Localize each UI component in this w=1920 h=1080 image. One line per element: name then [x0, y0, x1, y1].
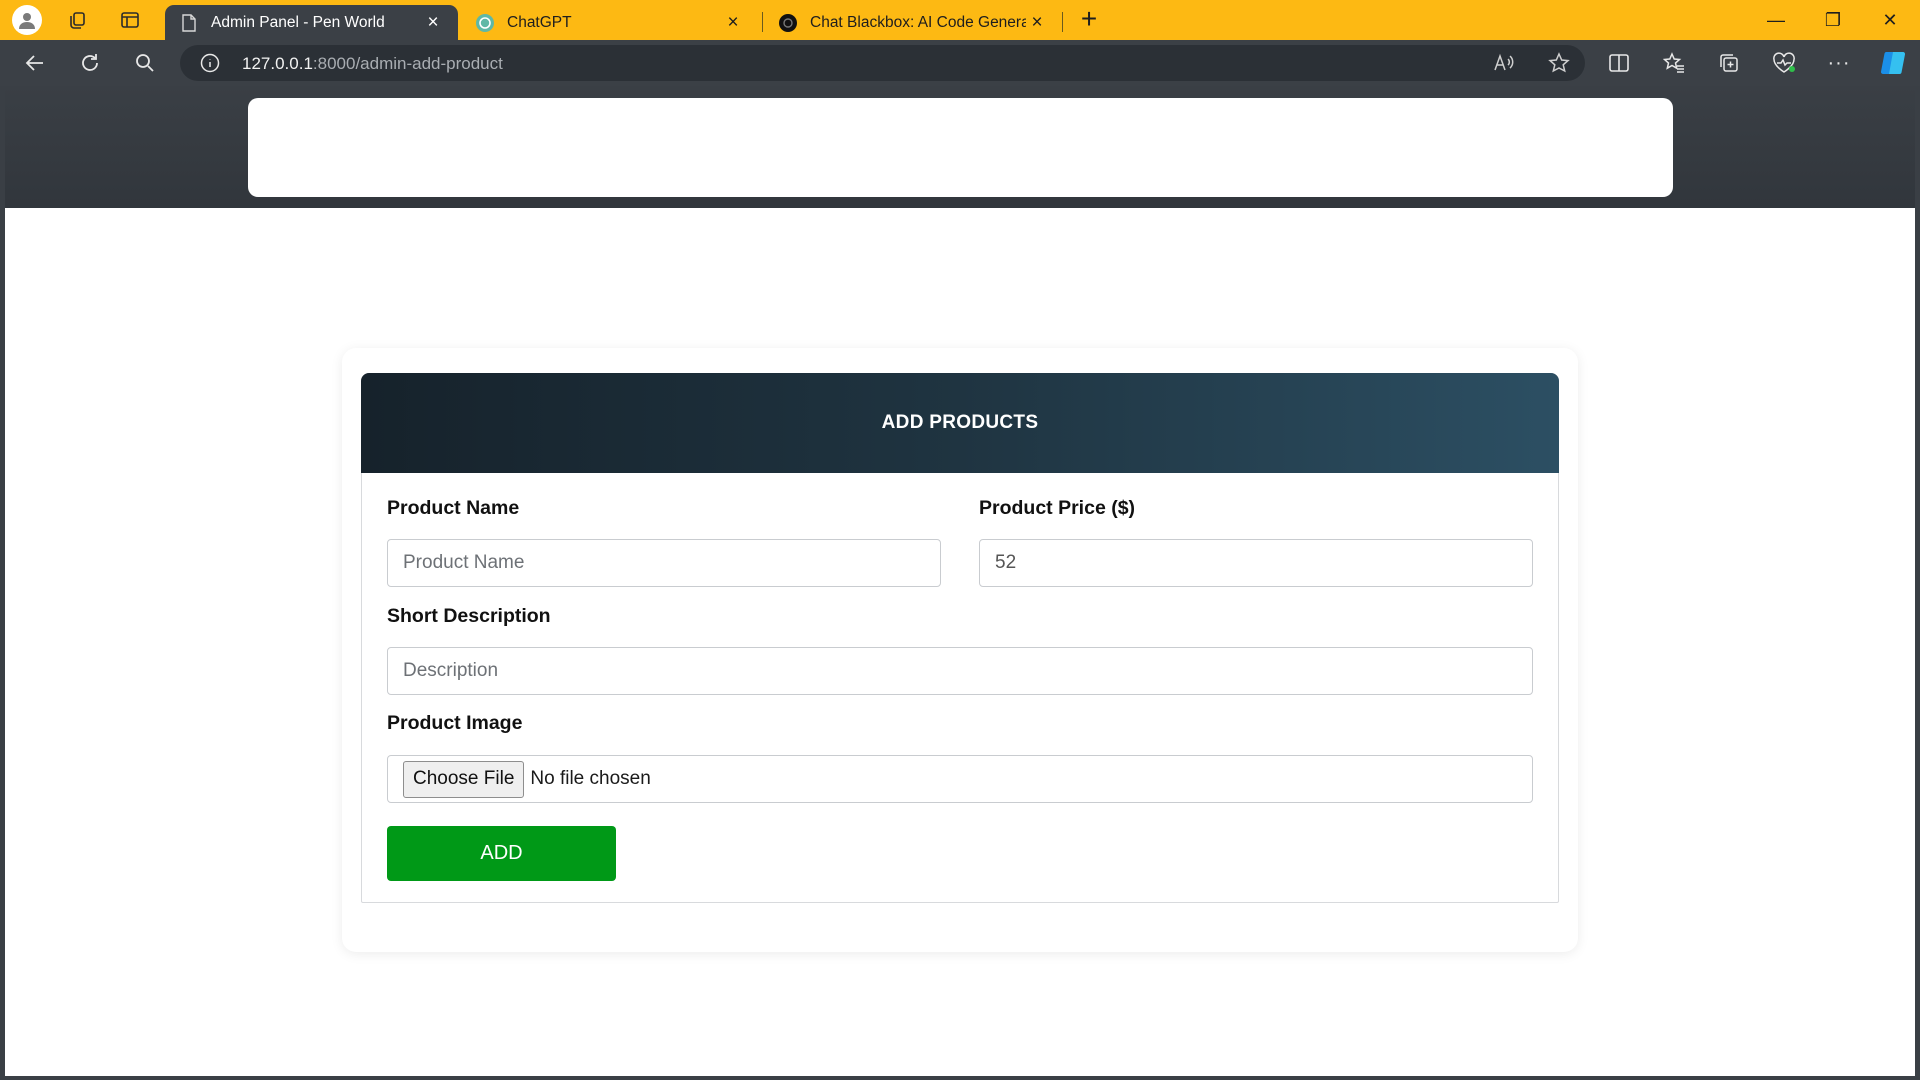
favorite-star-icon[interactable]	[1547, 51, 1571, 75]
workspaces-icon[interactable]	[62, 5, 92, 35]
tab-actions-icon[interactable]	[115, 5, 145, 35]
new-tab-button[interactable]: +	[1074, 5, 1104, 35]
more-options-icon[interactable]: ···	[1822, 46, 1856, 80]
back-icon[interactable]	[18, 46, 52, 80]
profile-icon[interactable]	[12, 5, 42, 35]
tab-close-icon[interactable]: ×	[722, 13, 744, 32]
refresh-icon[interactable]	[73, 46, 107, 80]
restore-button[interactable]: ❐	[1805, 0, 1861, 40]
product-name-label: Product Name	[387, 497, 520, 519]
file-status-text: No file chosen	[530, 768, 651, 789]
browser-toolbar: 127.0.0.1:8000/admin-add-product ···	[0, 40, 1920, 86]
site-info-icon[interactable]	[200, 53, 220, 73]
header-panel	[248, 98, 1673, 197]
web-page: ADD PRODUCTS Product Name Product Price …	[5, 86, 1915, 1076]
tab-divider	[762, 12, 763, 32]
read-aloud-icon[interactable]	[1492, 51, 1516, 75]
product-price-input[interactable]	[979, 539, 1533, 587]
collections-icon[interactable]	[1712, 46, 1746, 80]
product-image-file-input[interactable]: Choose File No file chosen	[387, 755, 1533, 803]
tab-blackbox[interactable]: Chat Blackbox: AI Code Generatio ×	[764, 5, 1062, 40]
tab-title: ChatGPT	[507, 13, 572, 31]
product-image-label: Product Image	[387, 712, 523, 734]
tab-title: Chat Blackbox: AI Code Generatio	[810, 13, 1026, 31]
short-description-label: Short Description	[387, 605, 551, 627]
close-window-button[interactable]: ✕	[1862, 0, 1918, 40]
product-price-label: Product Price ($)	[979, 497, 1136, 519]
short-description-input[interactable]	[387, 647, 1533, 695]
minimize-button[interactable]: —	[1748, 0, 1804, 40]
add-product-container: ADD PRODUCTS Product Name Product Price …	[342, 348, 1578, 952]
tab-close-icon[interactable]: ×	[1026, 13, 1048, 32]
blackbox-icon	[778, 13, 798, 33]
address-bar[interactable]: 127.0.0.1:8000/admin-add-product	[180, 45, 1585, 81]
form-title: ADD PRODUCTS	[881, 412, 1039, 433]
add-product-form: ADD PRODUCTS Product Name Product Price …	[361, 373, 1559, 903]
tab-divider	[1062, 12, 1063, 32]
favorites-icon[interactable]	[1657, 46, 1691, 80]
tab-admin-panel[interactable]: Admin Panel - Pen World ×	[165, 5, 458, 40]
split-screen-icon[interactable]	[1602, 46, 1636, 80]
tab-chatgpt[interactable]: ChatGPT ×	[461, 5, 758, 40]
copilot-icon[interactable]	[1877, 46, 1911, 80]
add-product-button[interactable]: ADD	[387, 826, 616, 881]
product-name-input[interactable]	[387, 539, 941, 587]
site-header	[5, 86, 1915, 208]
form-header: ADD PRODUCTS	[361, 373, 1559, 473]
chatgpt-icon	[475, 13, 495, 33]
choose-file-button[interactable]: Choose File	[403, 760, 525, 798]
tab-title: Admin Panel - Pen World	[211, 13, 385, 31]
page-icon	[179, 13, 199, 33]
browser-tab-strip: Admin Panel - Pen World × ChatGPT × Chat…	[0, 0, 1920, 40]
url-path: :8000/admin-add-product	[312, 54, 503, 73]
search-icon[interactable]	[128, 46, 162, 80]
url-host: 127.0.0.1	[242, 54, 313, 73]
browser-essentials-icon[interactable]	[1767, 46, 1801, 80]
url-text: 127.0.0.1:8000/admin-add-product	[242, 54, 503, 74]
tab-close-icon[interactable]: ×	[422, 13, 444, 32]
window-bottom-edge	[0, 1076, 1920, 1080]
